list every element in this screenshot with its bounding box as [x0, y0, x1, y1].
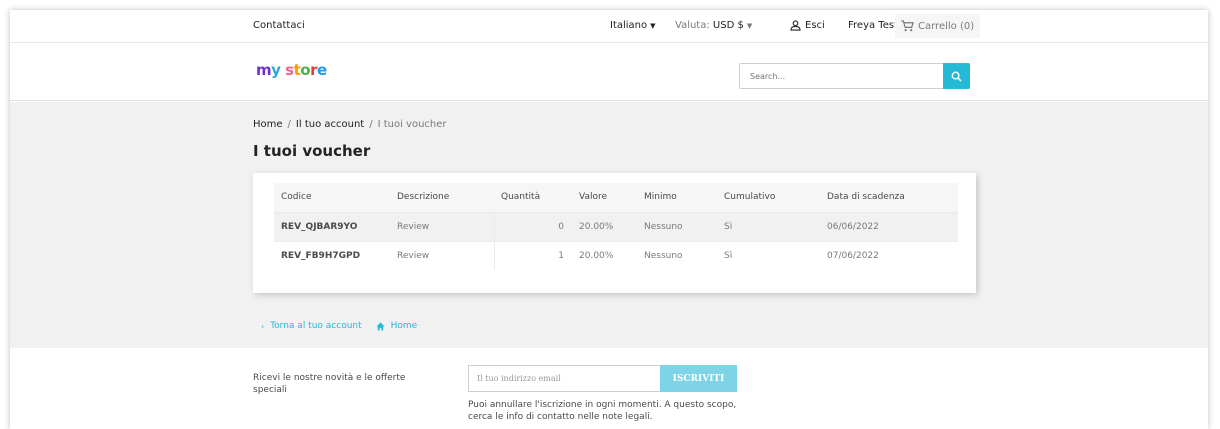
cart-button[interactable]: Carrello (0) — [895, 14, 981, 38]
top-bar: Contattaci Italiano ▼ Valuta: USD $ ▼ Esci… — [10, 10, 1208, 43]
logout-link[interactable]: Esci — [790, 20, 825, 31]
cell-description: Review — [390, 211, 494, 241]
shopping-cart-icon — [901, 20, 914, 32]
column-header-expiry: Data di scadenza — [820, 183, 958, 212]
breadcrumb-home[interactable]: Home — [253, 119, 283, 130]
newsletter-note: Puoi annullare l'iscrizione in ogni mome… — [468, 400, 737, 422]
newsletter-text: Ricevi le nostre novità e le offerte spe… — [253, 373, 406, 395]
cell-quantity: 1 — [493, 240, 572, 270]
currency-label: Valuta: — [675, 20, 710, 31]
subscribe-button[interactable]: ISCRIVITI — [660, 365, 737, 392]
cell-value: 20.00% — [572, 211, 637, 241]
column-header-cumulative: Cumulativo — [717, 183, 820, 212]
language-label: Italiano — [610, 20, 648, 31]
cell-expiry: 06/06/2022 — [820, 211, 958, 241]
account-name-link[interactable]: Freya Test — [848, 20, 898, 31]
search-icon — [951, 71, 962, 82]
browser-window: Contattaci Italiano ▼ Valuta: USD $ ▼ Esci… — [10, 10, 1208, 429]
table-header-row: Codice Descrizione Quantità Valore Minim… — [274, 183, 958, 212]
back-to-account-label: Torna al tuo account — [270, 321, 362, 331]
column-header-quantity: Quantità — [494, 183, 572, 212]
column-header-minimum: Minimo — [637, 183, 717, 212]
cell-cumulative: Sì — [717, 211, 820, 241]
newsletter-section: Ricevi le nostre novità e le offerte spe… — [10, 348, 1208, 429]
logout-label: Esci — [805, 20, 825, 31]
newsletter-email-input[interactable]: Il tuo indirizzo email — [468, 365, 661, 392]
search-box — [739, 63, 970, 89]
cell-minimum: Nessuno — [637, 211, 717, 241]
cell-code: REV_QJBAR9YO — [274, 211, 390, 241]
caret-down-icon: ▼ — [746, 22, 753, 30]
cell-expiry: 07/06/2022 — [820, 240, 958, 270]
cell-cumulative: Sì — [717, 240, 820, 270]
currency-selector[interactable]: Valuta: USD $ ▼ — [675, 20, 752, 31]
page-title: I tuoi voucher — [253, 142, 371, 160]
home-link[interactable]: Home — [376, 321, 418, 331]
user-icon — [790, 20, 801, 31]
main-content: Home / Il tuo account / I tuoi voucher I tuo… — [10, 102, 1208, 348]
search-input[interactable] — [740, 64, 940, 88]
search-button[interactable] — [943, 63, 970, 89]
breadcrumb-current: I tuoi voucher — [377, 119, 447, 130]
column-header-code: Codice — [274, 183, 390, 212]
caret-down-icon: ▼ — [650, 22, 656, 30]
column-header-description: Descrizione — [390, 183, 494, 212]
language-selector[interactable]: Italiano ▼ — [610, 20, 656, 31]
table-row: REV_FB9H7GPD Review 1 20.00% Nessuno Sì … — [274, 240, 958, 270]
footer-links: ‹ Torna al tuo account Home — [261, 321, 417, 331]
vouchers-card: Codice Descrizione Quantità Valore Minim… — [253, 173, 976, 293]
chevron-left-icon: ‹ — [261, 321, 265, 331]
cell-description: Review — [390, 240, 494, 270]
cart-label: Carrello (0) — [918, 20, 975, 32]
store-logo[interactable]: my store — [256, 61, 327, 79]
breadcrumb-separator: / — [369, 119, 373, 130]
cell-value: 20.00% — [572, 240, 637, 270]
column-header-value: Valore — [572, 183, 637, 212]
breadcrumb-separator: / — [287, 119, 291, 130]
back-to-account-link[interactable]: ‹ Torna al tuo account — [261, 321, 362, 331]
site-header: my store — [10, 43, 1208, 101]
home-link-label: Home — [390, 321, 418, 331]
home-icon — [376, 321, 385, 331]
breadcrumb: Home / Il tuo account / I tuoi voucher — [253, 119, 447, 130]
table-row: REV_QJBAR9YO Review 0 20.00% Nessuno Sì … — [274, 211, 958, 241]
cell-minimum: Nessuno — [637, 240, 717, 270]
currency-value: USD $ — [712, 20, 744, 31]
cell-code: REV_FB9H7GPD — [274, 240, 390, 270]
breadcrumb-account[interactable]: Il tuo account — [296, 119, 364, 130]
contact-link[interactable]: Contattaci — [253, 20, 305, 31]
vouchers-table: Codice Descrizione Quantità Valore Minim… — [274, 183, 958, 270]
cell-quantity: 0 — [493, 211, 572, 241]
